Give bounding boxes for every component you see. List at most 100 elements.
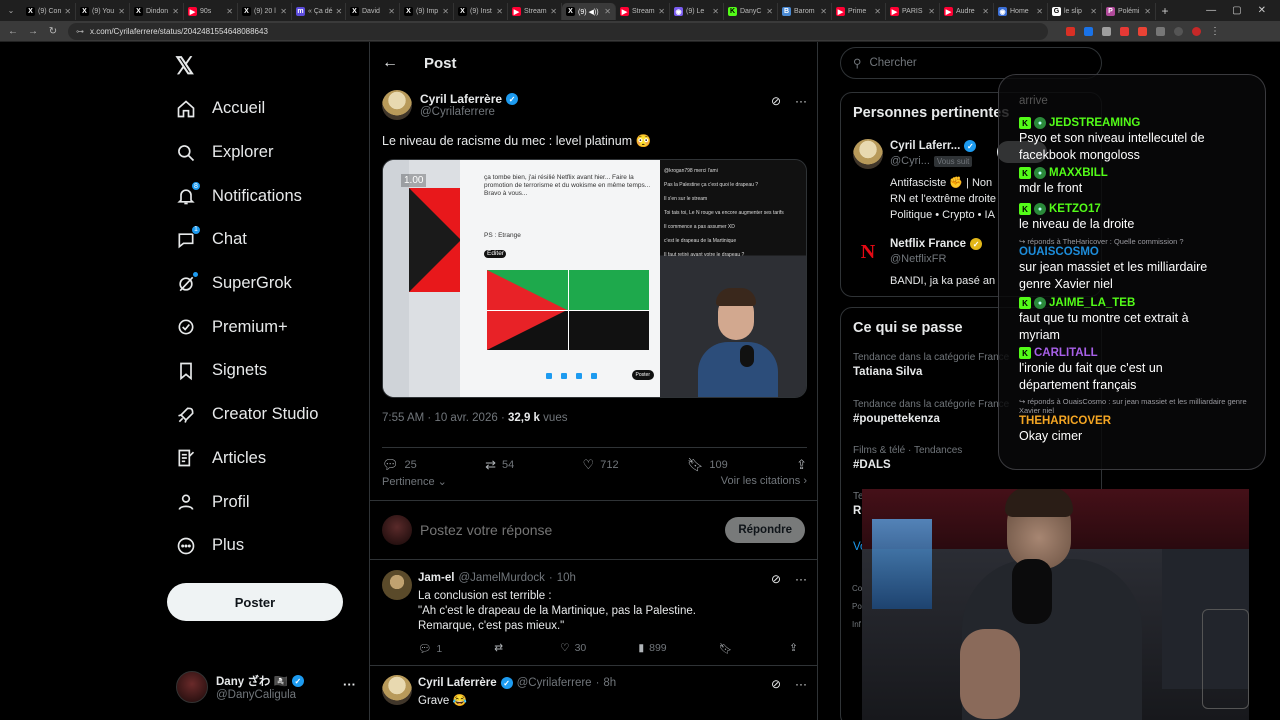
nav-item-profil[interactable]: Profil: [176, 480, 318, 524]
chat-username[interactable]: MAXXBILL: [1049, 167, 1108, 179]
puzzle-icon[interactable]: [1156, 26, 1165, 36]
chat-username[interactable]: OUAISCOSMO: [1019, 246, 1099, 258]
browser-tab[interactable]: X (9) You ✕: [76, 3, 130, 20]
browser-tab[interactable]: ▶ Audre ✕: [940, 3, 994, 20]
grok-icon[interactable]: ⊘: [771, 677, 781, 691]
like-action[interactable]: ♡ 30: [560, 642, 586, 655]
tab-close-icon[interactable]: ✕: [1144, 7, 1151, 16]
browser-tab[interactable]: X (9) 20 l ✕: [238, 3, 292, 20]
grok-icon[interactable]: ⊘: [771, 94, 781, 108]
tweet-time[interactable]: 7:55 AM: [382, 412, 424, 424]
tab-close-icon[interactable]: ✕: [928, 7, 935, 16]
person-name[interactable]: Netflix France: [890, 238, 966, 250]
back-icon[interactable]: ←: [8, 26, 18, 37]
browser-tab[interactable]: X (9) ◀)) ✕: [562, 3, 616, 20]
nav-item-accueil[interactable]: Accueil: [176, 87, 318, 131]
tab-close-icon[interactable]: ✕: [442, 7, 449, 16]
browser-tab[interactable]: ▶ Stream ✕: [616, 3, 670, 20]
person-name[interactable]: Cyril Laferr...: [890, 140, 960, 152]
bookmark-action[interactable]: 🔖︎ 109: [687, 457, 728, 473]
back-arrow-icon[interactable]: ←: [382, 54, 398, 72]
nav-item-chat[interactable]: 1 Chat: [176, 218, 318, 262]
footer-link[interactable]: Inf: [852, 620, 861, 629]
views-action[interactable]: ▮ 899: [638, 642, 666, 655]
reply-tweet[interactable]: Jam-el @JamelMurdock · 10h ⊘ ··· La conc…: [370, 562, 817, 666]
repost-action[interactable]: ⇄ 54: [485, 457, 514, 473]
browser-tab[interactable]: ▶ 90s ✕: [184, 3, 238, 20]
tweet-video[interactable]: 1.00 ça tombe bien, j'ai résilié Netflix…: [382, 159, 807, 398]
more-icon[interactable]: ···: [795, 677, 807, 691]
browser-tab[interactable]: X (9) Con ✕: [22, 3, 76, 20]
site-info-icon[interactable]: ⊶: [76, 27, 84, 36]
tab-close-icon[interactable]: ✕: [550, 7, 557, 16]
tab-close-icon[interactable]: ✕: [118, 7, 125, 16]
more-icon[interactable]: ···: [795, 572, 807, 586]
browser-tab[interactable]: ◉ Home ✕: [994, 3, 1048, 20]
tab-close-icon[interactable]: ✕: [280, 7, 287, 16]
browser-tab[interactable]: X (9) Imp ✕: [400, 3, 454, 20]
reload-icon[interactable]: ↻: [48, 26, 58, 37]
netflix-logo[interactable]: N: [853, 237, 883, 267]
nav-item-creator-studio[interactable]: Creator Studio: [176, 393, 318, 437]
maximize-icon[interactable]: ▢: [1232, 5, 1241, 16]
reply-tweet[interactable]: Cyril Laferrère ✓ @Cyrilaferrere · 8h ⊘ …: [370, 667, 817, 720]
footer-link[interactable]: Co: [852, 584, 862, 593]
nav-item-plus[interactable]: Plus: [176, 524, 318, 568]
tab-close-icon[interactable]: ✕: [172, 7, 179, 16]
browser-tab[interactable]: Gle slip ✕: [1048, 3, 1102, 20]
avatar[interactable]: [1192, 26, 1201, 36]
reply-time[interactable]: 10h: [557, 572, 576, 584]
tab-close-icon[interactable]: ✕: [1090, 7, 1097, 16]
avatar[interactable]: [382, 675, 412, 705]
reply-input[interactable]: [420, 522, 710, 538]
author-name[interactable]: Cyril Laferrère: [420, 92, 502, 106]
like-action[interactable]: ♡ 712: [583, 457, 619, 473]
reply-action[interactable]: 💬︎ 1: [418, 642, 442, 655]
avatar[interactable]: [382, 570, 412, 600]
reply-button[interactable]: Répondre: [725, 517, 805, 543]
tab-close-icon[interactable]: ✕: [64, 7, 71, 16]
nav-item-premium-[interactable]: Premium+: [176, 305, 318, 349]
forward-icon[interactable]: →: [28, 26, 38, 37]
avatar[interactable]: [382, 90, 412, 120]
share-action[interactable]: ⇪: [789, 642, 803, 655]
tab-close-icon[interactable]: ✕: [658, 7, 665, 16]
tab-close-icon[interactable]: ✕: [388, 7, 395, 16]
author-handle[interactable]: @Cyrilaferrere: [420, 106, 518, 118]
minimize-icon[interactable]: —: [1206, 5, 1216, 16]
reply-time[interactable]: 8h: [603, 677, 616, 689]
close-window-icon[interactable]: ✕: [1258, 5, 1266, 16]
chat-username[interactable]: CARLITALL: [1034, 347, 1098, 359]
account-switcher[interactable]: Dany ざわ 🏴‍☠️ ✓ @DanyCaligula ···: [176, 667, 356, 707]
extension-icon[interactable]: [1066, 26, 1075, 36]
browser-menu-icon[interactable]: ⋮: [1210, 26, 1220, 37]
tab-search-button[interactable]: ⌄: [0, 2, 22, 19]
sort-dropdown[interactable]: Pertinence ⌄: [382, 475, 447, 495]
browser-tab[interactable]: ◉ (9) Le ✕: [670, 3, 724, 20]
person-handle[interactable]: @NetflixFR: [890, 253, 946, 265]
nav-item-supergrok[interactable]: SuperGrok: [176, 262, 318, 306]
browser-tab[interactable]: P Polémi ✕: [1102, 3, 1156, 20]
url-field[interactable]: ⊶ x.com/Cyrilaferrere/status/20424815546…: [68, 22, 1048, 40]
person-handle[interactable]: @Cyri...: [890, 155, 930, 167]
tab-close-icon[interactable]: ✕: [1036, 7, 1043, 16]
reply-author-handle[interactable]: @Cyrilaferrere: [517, 677, 592, 689]
tab-close-icon[interactable]: ✕: [766, 7, 773, 16]
extension-icon[interactable]: [1102, 26, 1111, 36]
view-quotes-link[interactable]: Voir les citations ›: [721, 475, 807, 495]
reply-author-handle[interactable]: @JamelMurdock: [458, 572, 544, 584]
browser-tab[interactable]: ▶ PARIS ✕: [886, 3, 940, 20]
chat-username[interactable]: KETZO17: [1049, 203, 1101, 215]
nav-item-articles[interactable]: Articles: [176, 437, 318, 481]
x-logo[interactable]: 𝕏: [175, 52, 194, 81]
share-action[interactable]: ⇪: [796, 457, 807, 473]
chat-username[interactable]: JAIME_LA_TEB: [1049, 297, 1135, 309]
browser-tab[interactable]: ▶ Stream ✕: [508, 3, 562, 20]
grok-icon[interactable]: ⊘: [771, 572, 781, 586]
nav-item-explorer[interactable]: Explorer: [176, 131, 318, 175]
reply-author-name[interactable]: Cyril Laferrère: [418, 677, 497, 689]
extension-icon[interactable]: [1120, 26, 1129, 36]
tab-close-icon[interactable]: ✕: [820, 7, 827, 16]
chat-username[interactable]: JEDSTREAMING: [1049, 117, 1140, 129]
tab-close-icon[interactable]: ✕: [496, 7, 503, 16]
